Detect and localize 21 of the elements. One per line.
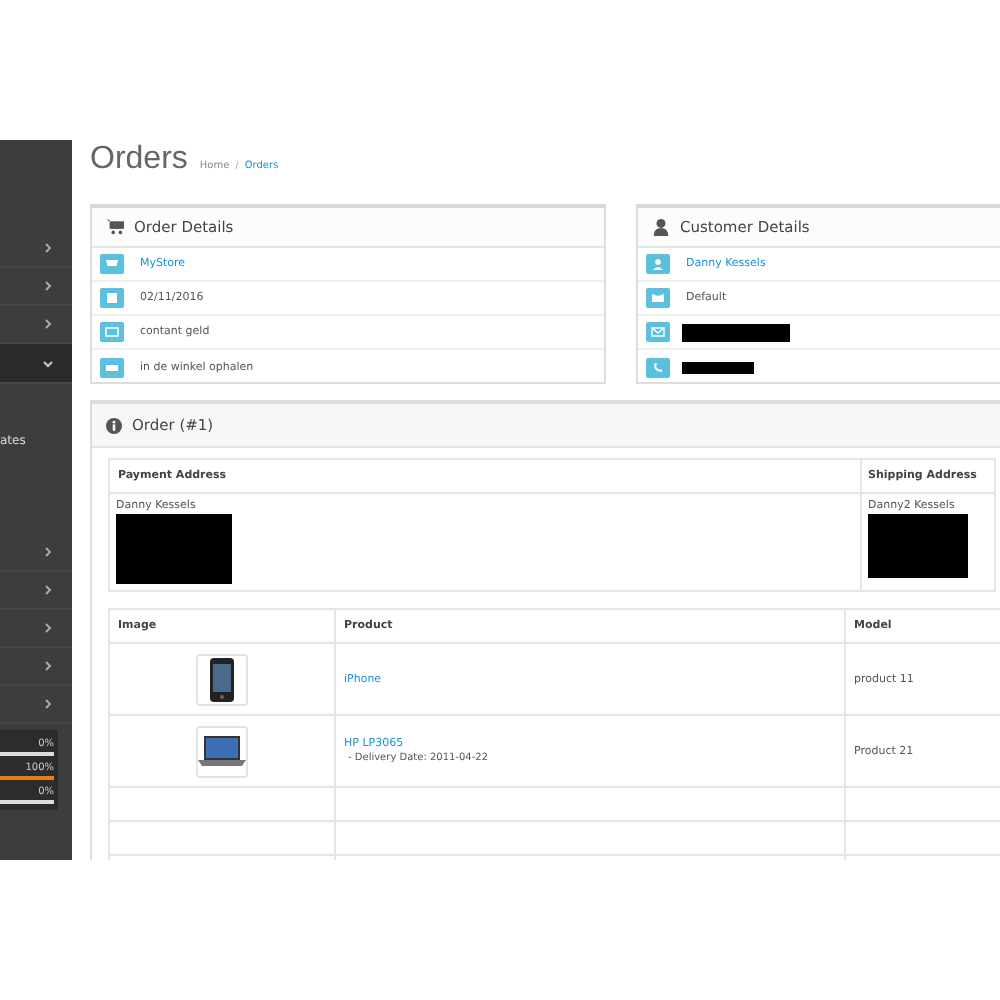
phone-icon — [646, 357, 670, 377]
chevron-icon — [42, 698, 54, 710]
chevron-icon — [42, 584, 54, 596]
chevron-icon — [42, 242, 54, 254]
info-icon — [106, 417, 122, 433]
chevron-icon — [42, 660, 54, 672]
chevron-icon — [42, 318, 54, 330]
laptop-thumbnail[interactable] — [196, 725, 248, 777]
chevron-icon — [42, 280, 54, 292]
page-title: Orders — [90, 140, 188, 180]
redacted-block — [868, 514, 968, 578]
phone-thumbnail[interactable] — [196, 653, 248, 705]
envelope-icon — [646, 322, 670, 342]
chevron-icon — [42, 546, 54, 558]
chevron-icon — [42, 357, 54, 369]
user-icon — [652, 218, 670, 236]
chevron-icon — [42, 622, 54, 634]
sidebar-item[interactable] — [0, 344, 72, 384]
redacted-block — [116, 514, 232, 584]
user-icon — [646, 254, 670, 274]
credit-card-icon — [100, 322, 124, 342]
